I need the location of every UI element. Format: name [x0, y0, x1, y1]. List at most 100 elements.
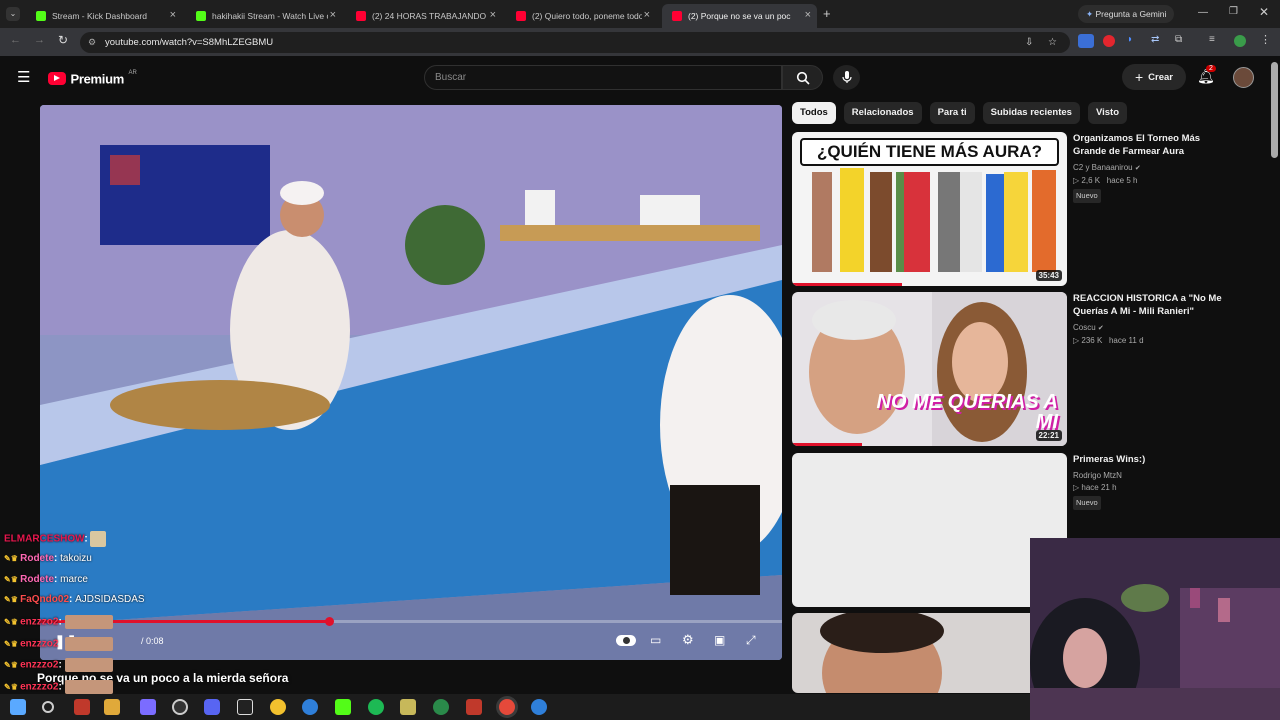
- extension-icon[interactable]: [1078, 34, 1094, 48]
- subtitles-icon[interactable]: ▭: [650, 633, 661, 647]
- search-icon: [796, 71, 810, 85]
- reload-icon[interactable]: ↻: [58, 33, 68, 47]
- app-icon-blue-c[interactable]: [302, 699, 318, 715]
- chat-text: takoizu: [60, 553, 92, 564]
- chip-visto[interactable]: Visto: [1087, 102, 1127, 124]
- search-input[interactable]: Buscar: [424, 65, 782, 90]
- channel-name[interactable]: Rodrigo MtzN: [1073, 470, 1233, 482]
- browser-tab[interactable]: (2) Quiero todo, poneme todo ×: [506, 4, 656, 28]
- upload-age: hace 5 h: [1106, 176, 1138, 185]
- views-icon: ▷: [1073, 336, 1080, 345]
- theater-mode-icon[interactable]: ▣: [714, 633, 725, 647]
- fullscreen-icon[interactable]: ⤢: [746, 633, 756, 648]
- recommendation-thumbnail[interactable]: [792, 453, 1067, 607]
- extension-red-icon[interactable]: [1103, 35, 1115, 47]
- recommendation-info[interactable]: Organizamos El Torneo Más Grande de Farm…: [1073, 132, 1233, 203]
- search-button[interactable]: [782, 65, 823, 90]
- progress-track[interactable]: [40, 617, 782, 626]
- recommendation-info[interactable]: Primeras Wins:) Rodrigo MtzN ▷ hace 21 h…: [1073, 453, 1233, 510]
- obs-icon[interactable]: [172, 699, 188, 715]
- view-count: 236 K: [1081, 336, 1103, 345]
- create-button[interactable]: + Crear: [1122, 64, 1186, 90]
- chip-todos[interactable]: Todos: [792, 102, 836, 124]
- site-info-icon[interactable]: ⚙: [88, 32, 96, 53]
- app-icon-red[interactable]: [74, 699, 90, 715]
- close-tab-icon[interactable]: ×: [644, 9, 650, 21]
- app-icon-blue-c2[interactable]: [531, 699, 547, 715]
- chat-text: AJDSIDASDAS: [75, 594, 145, 605]
- chat-emote: [90, 531, 107, 547]
- youtube-logo[interactable]: Premium AR: [48, 70, 137, 88]
- url-field[interactable]: ⚙ youtube.com/watch?v=S8MhLZEGBMU ⇩ ☆: [80, 32, 1070, 53]
- browser-tab[interactable]: (2) Porque no se va un poc ×: [662, 4, 817, 28]
- account-avatar[interactable]: [1233, 67, 1254, 88]
- app-icon-green[interactable]: [433, 699, 449, 715]
- recommendation-title[interactable]: Primeras Wins:): [1073, 453, 1233, 466]
- extension-audio-icon[interactable]: ◗: [1127, 34, 1133, 45]
- kick-icon[interactable]: [335, 699, 351, 715]
- settings-gear-icon[interactable]: ⚙: [682, 632, 694, 648]
- back-icon[interactable]: ←: [10, 34, 21, 46]
- recommendation-info[interactable]: REACCION HISTORICA a "No Me Querías A Mi…: [1073, 292, 1233, 347]
- close-tab-icon[interactable]: ×: [805, 9, 811, 21]
- hamburger-menu-icon[interactable]: ☰: [17, 68, 30, 86]
- tab-favicon-icon: [672, 11, 682, 21]
- app-icon-purple[interactable]: [140, 699, 156, 715]
- recommendation-thumbnail[interactable]: [792, 613, 1067, 693]
- page-scrollbar[interactable]: [1271, 62, 1278, 158]
- browser-tab[interactable]: Stream - Kick Dashboard ×: [26, 4, 182, 28]
- recommendation-thumbnail[interactable]: ¿QUIÉN TIENE MÁS AURA? 35:43: [792, 132, 1067, 286]
- install-icon[interactable]: ⇩: [1025, 32, 1033, 53]
- chat-message: ✎♛ enzzzo2:: [4, 615, 113, 629]
- new-tab-button[interactable]: +: [823, 6, 831, 21]
- browser-menu-icon[interactable]: ⋮: [1260, 33, 1271, 46]
- taskbar-search-icon[interactable]: [42, 701, 54, 713]
- app-icon-voice[interactable]: [466, 699, 482, 715]
- channel-name[interactable]: Coscu: [1073, 323, 1096, 332]
- chat-username: enzzzo2: [20, 681, 59, 693]
- chrome-icon[interactable]: [270, 699, 286, 715]
- voice-search-button[interactable]: [833, 65, 860, 90]
- notifications-button[interactable]: 🔔︎ 2: [1197, 65, 1216, 85]
- close-tab-icon[interactable]: ×: [490, 9, 496, 21]
- profile-avatar[interactable]: [1234, 35, 1246, 47]
- browser-tab-strip: ⌄ Stream - Kick Dashboard × hakihakii Stre…: [0, 0, 1280, 28]
- upload-age: hace 21 h: [1081, 483, 1117, 492]
- channel-name[interactable]: C2 y Banaanirou: [1073, 163, 1133, 172]
- recommendation-title[interactable]: REACCION HISTORICA a "No Me Querías A Mi…: [1073, 292, 1233, 318]
- close-tab-icon[interactable]: ×: [170, 9, 176, 21]
- close-tab-icon[interactable]: ×: [330, 9, 336, 21]
- forward-icon[interactable]: →: [34, 34, 45, 46]
- extensions-puzzle-icon[interactable]: ⧉: [1175, 34, 1182, 45]
- url-text: youtube.com/watch?v=S8MhLZEGBMU: [105, 37, 274, 48]
- gemini-button[interactable]: ✦ Pregunta a Gemini: [1078, 5, 1175, 23]
- autoplay-toggle[interactable]: [616, 635, 636, 646]
- chip-relacionados[interactable]: Relacionados: [843, 102, 922, 124]
- verified-icon: ✔: [1097, 325, 1104, 332]
- webcam-overlay: [1030, 538, 1280, 720]
- spotify-icon[interactable]: [368, 699, 384, 715]
- maximize-button[interactable]: ❐: [1229, 6, 1238, 17]
- discord-icon[interactable]: [204, 699, 220, 715]
- chat-username: enzzzo2: [20, 638, 59, 650]
- app-icon-s[interactable]: [237, 699, 253, 715]
- recommendation-thumbnail[interactable]: NO ME QUERIAS A MI 22:21: [792, 292, 1067, 446]
- watched-progress: [792, 283, 902, 286]
- file-explorer-icon[interactable]: [104, 699, 120, 715]
- browser-tab[interactable]: hakihakii Stream - Watch Live o ×: [186, 4, 342, 28]
- extension-translate-icon[interactable]: ⇄: [1151, 34, 1159, 45]
- bookmark-star-icon[interactable]: ☆: [1048, 32, 1057, 53]
- recommendation-title[interactable]: Organizamos El Torneo Más Grande de Farm…: [1073, 132, 1233, 158]
- browser-tab[interactable]: (2) 24 HORAS TRABAJANDO E ×: [346, 4, 502, 28]
- chrome-active-icon[interactable]: [499, 699, 515, 715]
- video-player[interactable]: ❚❚ / 0:08 ▭ ⚙ ▣ ⤢: [40, 105, 782, 660]
- tab-search-button[interactable]: ⌄: [6, 7, 20, 21]
- duration-badge: 22:21: [1035, 430, 1062, 441]
- close-window-button[interactable]: ✕: [1259, 5, 1269, 19]
- chip-para-ti[interactable]: Para ti: [929, 102, 975, 124]
- reading-list-icon[interactable]: ≡: [1209, 34, 1215, 45]
- start-icon[interactable]: [10, 699, 26, 715]
- app-icon-glasses[interactable]: [400, 699, 416, 715]
- minimize-button[interactable]: —: [1198, 7, 1208, 18]
- chip-subidas-recientes[interactable]: Subidas recientes: [982, 102, 1080, 124]
